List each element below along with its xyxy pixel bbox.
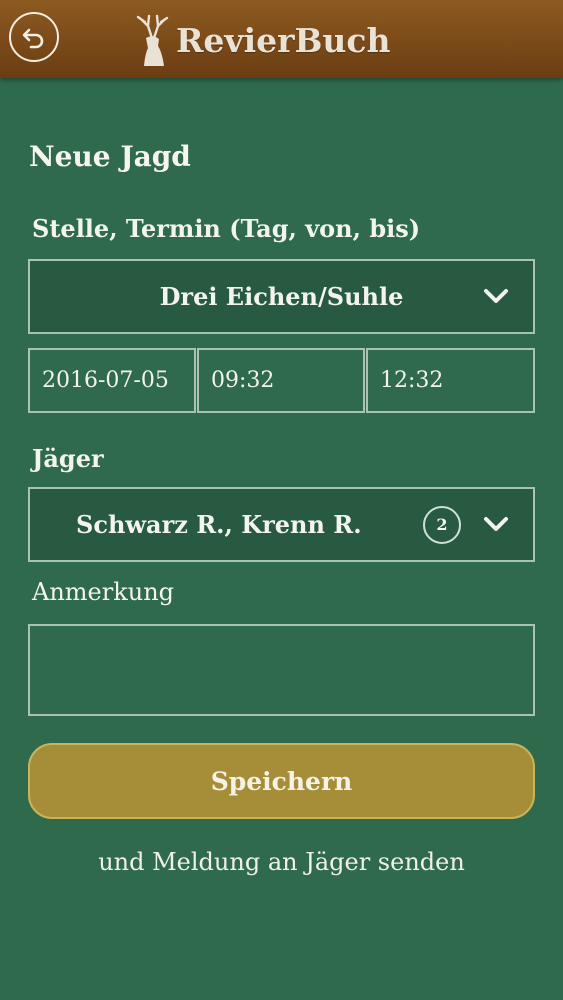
app-header: RevierBuch: [0, 0, 563, 78]
note-label: Anmerkung: [32, 578, 175, 606]
save-button-label: Speichern: [210, 766, 353, 796]
location-value: Drei Eichen/Suhle: [159, 282, 404, 311]
stag-icon: [136, 14, 169, 66]
time-to-input[interactable]: 12:32: [366, 348, 535, 413]
time-from-input[interactable]: 09:32: [197, 348, 365, 413]
page-title: Neue Jagd: [29, 140, 191, 173]
app-title: RevierBuch: [176, 20, 391, 60]
location-label: Stelle, Termin (Tag, von, bis): [32, 214, 421, 243]
save-button[interactable]: Speichern: [28, 743, 535, 819]
note-textarea[interactable]: [28, 624, 535, 716]
location-select[interactable]: Drei Eichen/Suhle: [28, 259, 535, 334]
date-value: 2016-07-05: [42, 368, 169, 393]
back-arrow-icon: [22, 28, 44, 49]
time-from-value: 09:32: [211, 368, 275, 393]
chevron-down-icon: [484, 516, 508, 531]
save-hint-text: und Meldung an Jäger senden: [98, 848, 465, 876]
hunters-count-badge: 2: [423, 505, 461, 544]
time-to-value: 12:32: [380, 368, 444, 393]
hunters-label: Jäger: [32, 444, 104, 473]
back-button[interactable]: [9, 12, 59, 62]
date-input[interactable]: 2016-07-05: [28, 348, 196, 413]
chevron-down-icon: [484, 288, 508, 303]
hunters-value: Schwarz R., Krenn R.: [76, 510, 362, 539]
hunters-select[interactable]: Schwarz R., Krenn R. 2: [28, 487, 535, 562]
app-logo: RevierBuch: [134, 8, 390, 72]
